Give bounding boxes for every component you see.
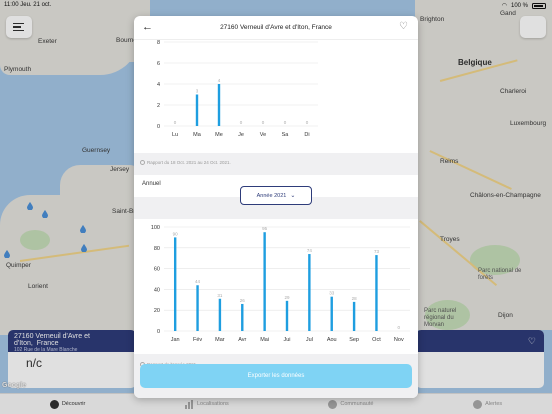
data-label: 28 <box>352 296 358 301</box>
data-label: 73 <box>374 249 380 254</box>
x-tick-label: Me <box>215 132 223 138</box>
info-icon <box>140 160 145 165</box>
year-selector[interactable]: Année 2021 ⌄ <box>240 186 312 205</box>
x-tick-label: Fév <box>193 337 202 343</box>
y-tick-label: 2 <box>157 103 160 109</box>
chevron-down-icon: ⌄ <box>290 193 296 199</box>
x-tick-label: Sep <box>349 337 359 343</box>
data-label: 90 <box>173 231 179 236</box>
data-label: 3 <box>196 89 199 94</box>
y-tick-label: 0 <box>157 124 160 130</box>
x-tick-label: Di <box>304 132 309 138</box>
bar <box>196 285 199 331</box>
y-tick-label: 4 <box>157 82 160 88</box>
x-tick-label: Jan <box>171 337 180 343</box>
modal-title: 27160 Verneuil d'Avre et d'Iton, France <box>220 24 332 31</box>
bar <box>352 301 356 331</box>
bar <box>173 237 177 331</box>
x-tick-label: Mar <box>215 337 225 343</box>
x-tick-label: Ma <box>193 132 202 138</box>
bar <box>218 298 222 331</box>
data-label: 0 <box>240 120 243 125</box>
y-tick-label: 100 <box>151 225 160 231</box>
y-tick-label: 6 <box>157 61 160 67</box>
bar <box>195 94 199 126</box>
data-label: 74 <box>307 248 313 253</box>
x-tick-label: Oct <box>372 337 381 343</box>
y-tick-label: 40 <box>154 287 160 293</box>
data-label: 44 <box>195 279 201 284</box>
y-tick-label: 60 <box>154 267 160 273</box>
bar <box>330 296 333 331</box>
x-tick-label: Lu <box>172 132 178 138</box>
year-selector-label: Année 2021 <box>256 192 287 199</box>
weekly-report-note: Rapport du 18 Oct. 2021 au 24 Oct. 2021. <box>147 160 231 165</box>
export-button[interactable]: Exporter les données <box>140 364 412 388</box>
data-label: 0 <box>174 120 177 125</box>
y-tick-label: 0 <box>157 329 160 335</box>
x-tick-label: Mai <box>260 337 269 343</box>
bar <box>308 254 311 331</box>
bar <box>241 303 244 331</box>
data-label: 95 <box>262 226 268 231</box>
x-tick-label: Jui <box>283 337 290 343</box>
bar <box>285 300 289 331</box>
data-label: 29 <box>284 295 290 300</box>
stats-modal: ← 27160 Verneuil d'Avre et d'Iton, Franc… <box>134 16 418 398</box>
data-label: 0 <box>284 120 287 125</box>
data-label: 26 <box>240 298 246 303</box>
data-label: 4 <box>218 78 221 83</box>
y-tick-label: 8 <box>157 40 160 46</box>
bar <box>375 255 378 331</box>
heart-icon[interactable]: ♡ <box>399 21 408 32</box>
x-tick-label: Ve <box>260 132 266 138</box>
data-label: 0 <box>262 120 265 125</box>
bar <box>217 84 221 126</box>
bar <box>263 232 266 331</box>
data-label: 31 <box>217 293 223 298</box>
x-tick-label: Avr <box>238 337 246 343</box>
x-tick-label: Je <box>238 132 244 138</box>
y-tick-label: 80 <box>154 246 160 252</box>
modal-header: ← 27160 Verneuil d'Avre et d'Iton, Franc… <box>134 16 418 40</box>
x-tick-label: Nov <box>394 337 404 343</box>
data-label: 0 <box>398 325 401 330</box>
data-label: 33 <box>329 291 335 296</box>
x-tick-label: Sa <box>282 132 290 138</box>
x-tick-label: Aou <box>327 337 337 343</box>
y-tick-label: 20 <box>154 308 160 314</box>
weekly-chart: 0 2 4 6 8 0 Lu 3 Ma 4 Me 0 Je 0 Ve 0 Sa 0 Di <box>157 40 318 138</box>
data-label: 0 <box>306 120 309 125</box>
x-tick-label: Jul <box>306 337 313 343</box>
annual-chart: 0 20 40 60 80 100 90 Jan 44 Fév 31 Mar 26 Avr 95 Mai 29 J… <box>151 225 410 343</box>
